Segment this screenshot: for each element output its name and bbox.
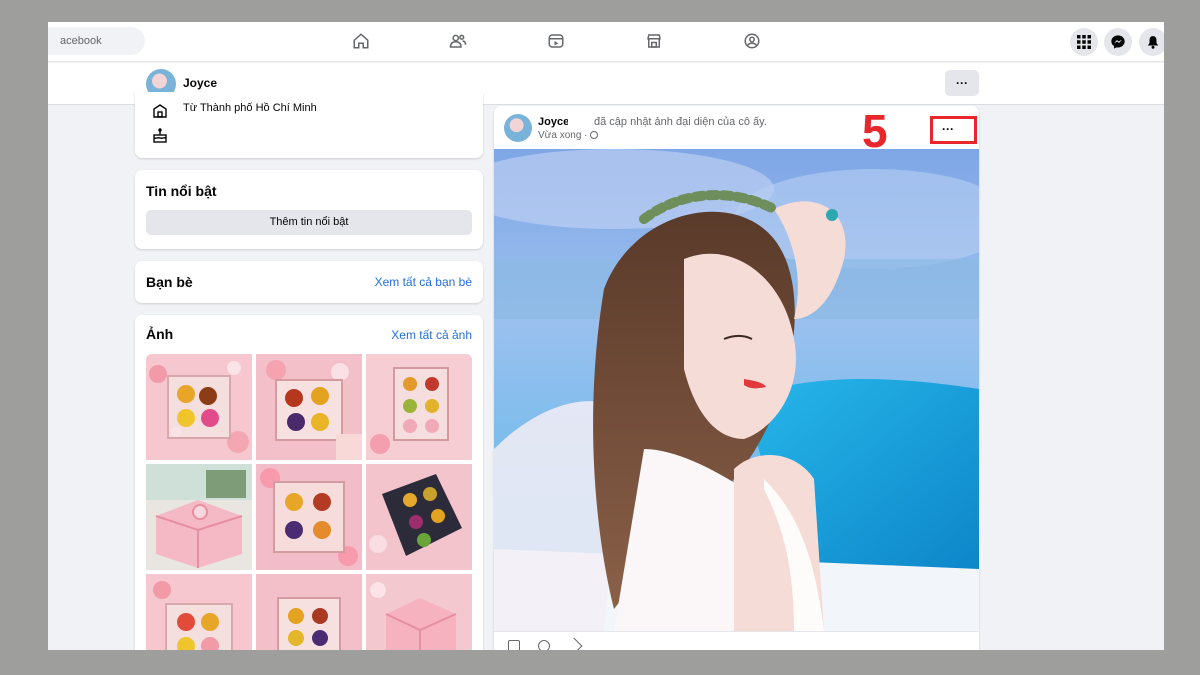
photo-thumbnail[interactable]	[146, 574, 252, 650]
post-author-avatar[interactable]	[504, 114, 532, 142]
globe-icon	[590, 131, 599, 140]
add-featured-button[interactable]: Thêm tin nổi bật	[146, 210, 472, 235]
see-all-friends-link[interactable]: Xem tất cả bạn bè	[375, 275, 472, 289]
friends-icon[interactable]	[447, 30, 469, 52]
groups-icon[interactable]	[741, 30, 763, 52]
photos-card: Ảnh Xem tất cả ảnh	[135, 315, 483, 650]
post-action-bar	[494, 631, 979, 650]
post-photo[interactable]	[494, 149, 979, 631]
friends-title: Bạn bè	[146, 274, 193, 290]
post-card: Joyce đã cập nhật ảnh đại diện của cô ấy…	[494, 106, 979, 650]
photos-title: Ảnh	[146, 326, 174, 342]
like-icon[interactable]	[508, 640, 520, 650]
step-number-annotation: 5	[862, 105, 888, 157]
friends-card: Bạn bè Xem tất cả bạn bè	[135, 261, 483, 303]
photo-thumbnail[interactable]	[146, 464, 252, 570]
see-all-photos-link[interactable]: Xem tất cả ảnh	[391, 328, 472, 342]
more-dots-icon: ···	[956, 76, 968, 90]
birthday-icon	[152, 127, 168, 143]
photo-thumbnail[interactable]	[366, 354, 472, 460]
top-navigation-bar: acebook	[48, 22, 1164, 62]
photo-thumbnail[interactable]	[256, 354, 362, 460]
photo-thumbnail[interactable]	[366, 574, 472, 650]
featured-title: Tin nổi bật	[146, 183, 217, 199]
profile-more-button[interactable]: ···	[945, 70, 979, 96]
home-icon[interactable]	[350, 30, 372, 52]
post-action-text: đã cập nhật ảnh đại diện của cô ấy.	[594, 116, 767, 128]
intro-card: Từ Thành phố Hồ Chí Minh	[135, 92, 483, 158]
location-text: Từ Thành phố Hồ Chí Minh	[183, 102, 317, 114]
post-author-name[interactable]: Joyce	[538, 116, 569, 128]
post-timestamp[interactable]: Vừa xong ·	[538, 130, 599, 141]
profile-name[interactable]: Joyce	[183, 76, 217, 90]
video-icon[interactable]	[545, 30, 567, 52]
menu-grid-icon[interactable]	[1070, 28, 1098, 56]
post-time-text: Vừa xong ·	[538, 130, 588, 141]
share-icon[interactable]	[565, 637, 583, 650]
facebook-profile-window: acebook Joyce ··· Từ Thành phố Hồ Chí Mi…	[48, 22, 1164, 650]
highlight-box-annotation	[930, 116, 977, 144]
location-icon	[152, 102, 168, 118]
photo-thumbnail[interactable]	[256, 464, 362, 570]
featured-card: Tin nổi bật Thêm tin nổi bật	[135, 170, 483, 249]
photo-thumbnail[interactable]	[146, 354, 252, 460]
photo-thumbnail[interactable]	[366, 464, 472, 570]
notifications-icon[interactable]	[1139, 28, 1164, 56]
marketplace-icon[interactable]	[643, 30, 665, 52]
search-input[interactable]: acebook	[48, 27, 145, 55]
comment-icon[interactable]	[538, 640, 550, 650]
messenger-icon[interactable]	[1104, 28, 1132, 56]
photo-thumbnail[interactable]	[256, 574, 362, 650]
